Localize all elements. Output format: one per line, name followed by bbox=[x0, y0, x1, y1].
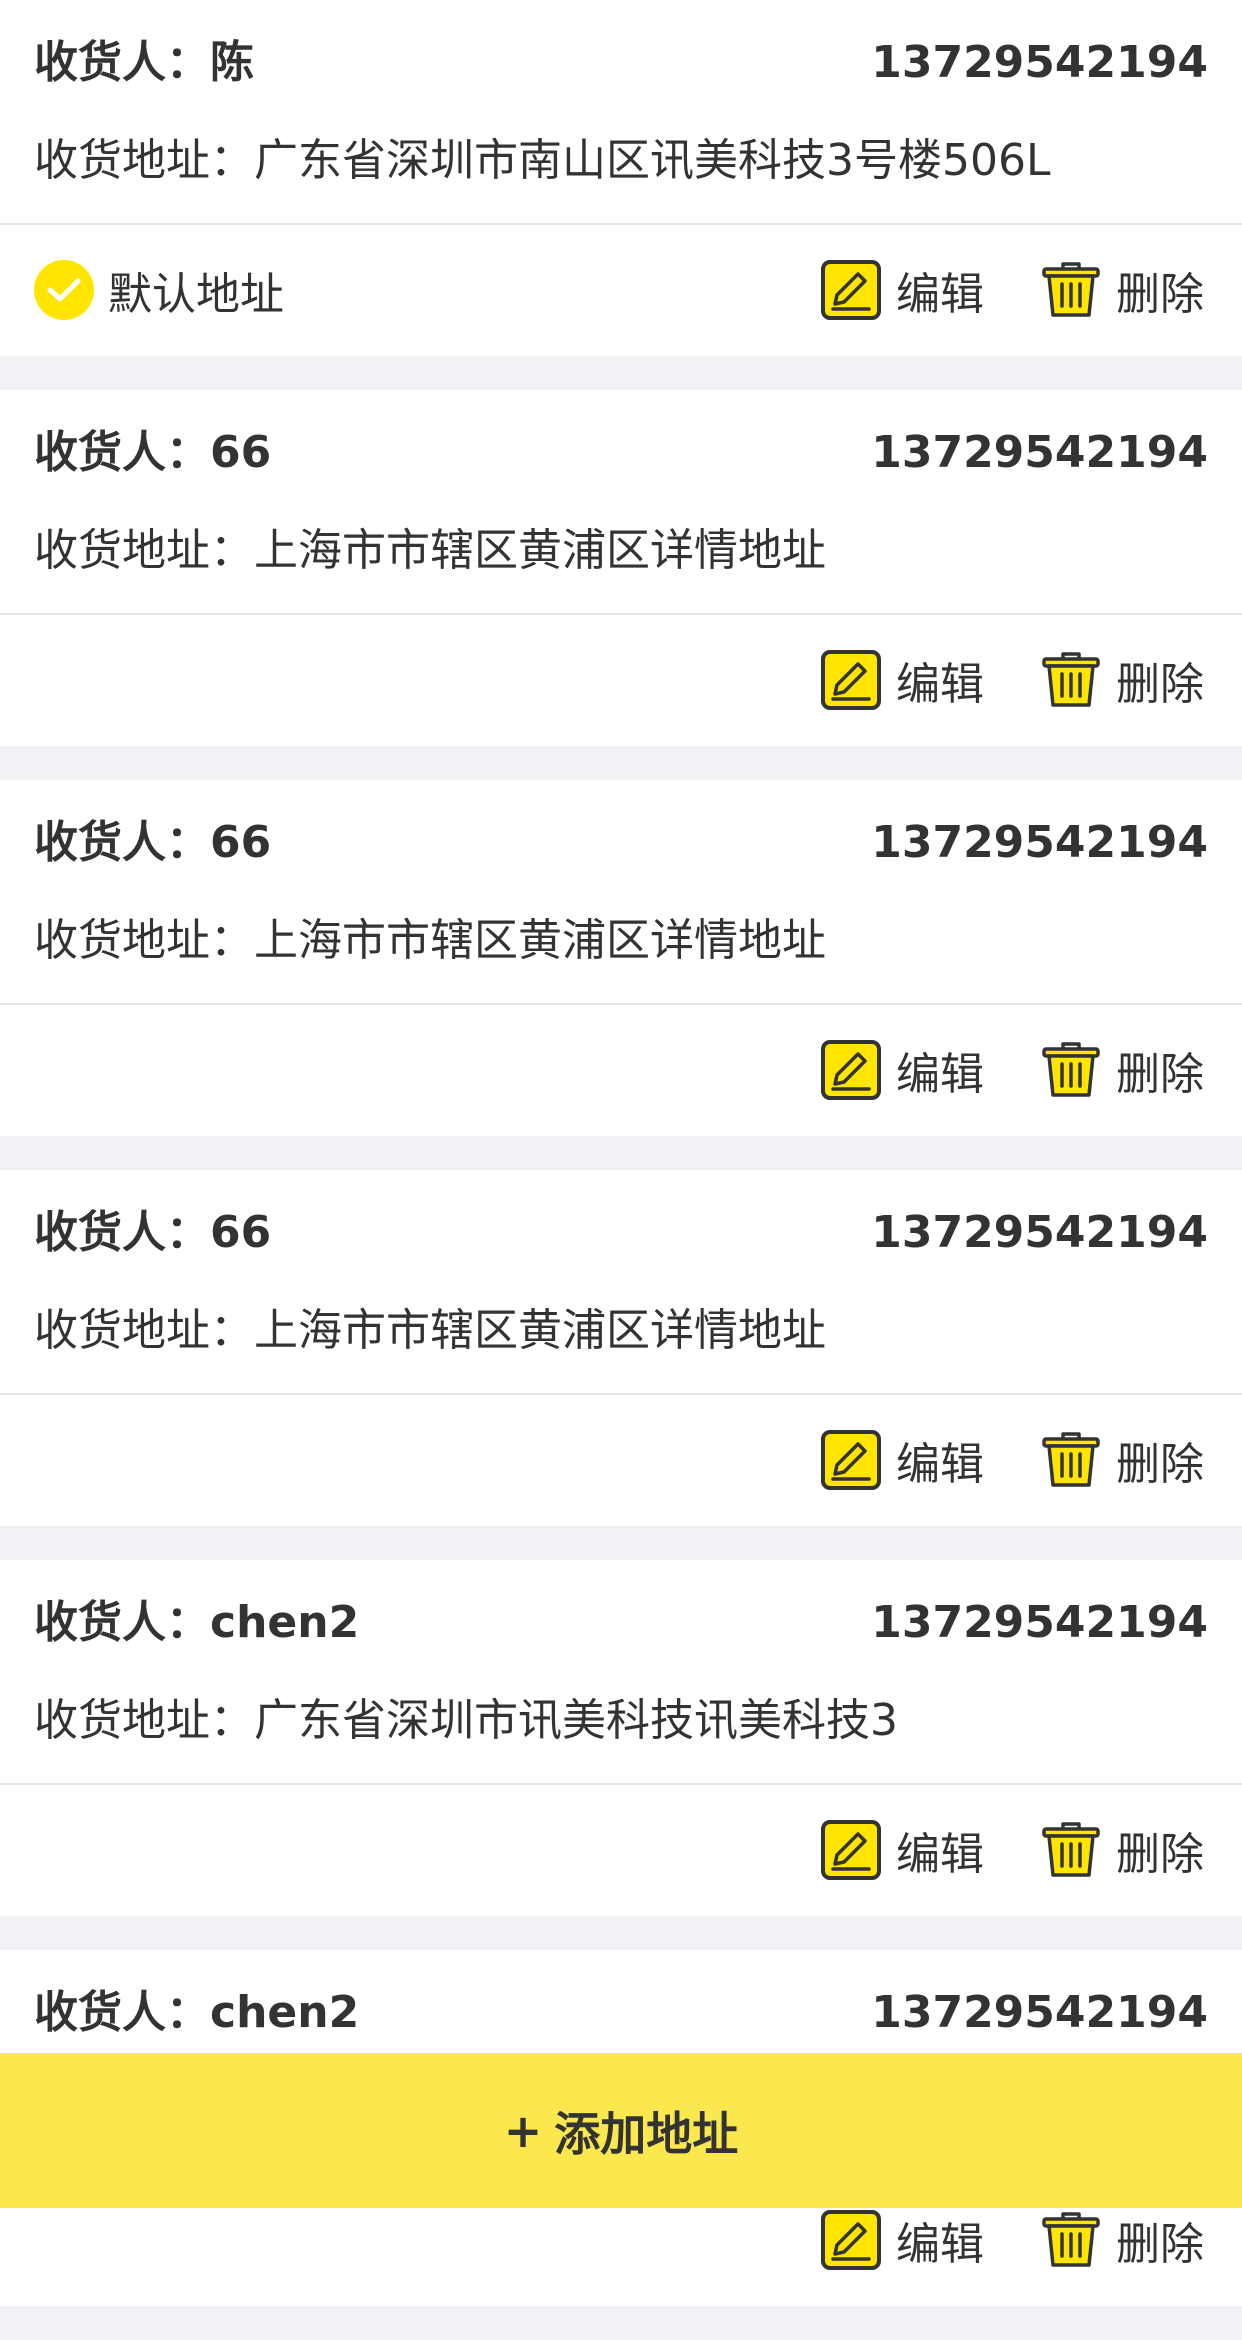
delete-button[interactable]: 删除 bbox=[1040, 1429, 1204, 1491]
address-line: 收货地址：广东省深圳市南山区讯美科技3号楼506L bbox=[34, 130, 1051, 192]
edit-icon bbox=[821, 1040, 881, 1100]
edit-icon bbox=[821, 1430, 881, 1490]
delete-label: 删除 bbox=[1116, 2219, 1204, 2270]
phone-number: 13729542194 bbox=[871, 1207, 1208, 1258]
plus-icon: + bbox=[503, 2103, 543, 2158]
add-address-button[interactable]: + 添加地址 bbox=[0, 2053, 1242, 2208]
receiver-prefix: 收货人： bbox=[34, 1207, 210, 1258]
address-text: 上海市市辖区黄浦区详情地址 bbox=[254, 915, 826, 966]
address-info[interactable]: 收货人：陈 13729542194 收货地址：广东省深圳市南山区讯美科技3号楼5… bbox=[0, 0, 1242, 225]
edit-button[interactable]: 编辑 bbox=[820, 2209, 984, 2271]
receiver-line: 收货人：66 bbox=[34, 1205, 271, 1261]
receiver-name: 66 bbox=[210, 427, 272, 478]
address-info[interactable]: 收货人：66 13729542194 收货地址：上海市市辖区黄浦区详情地址 bbox=[0, 780, 1242, 1005]
receiver-name: 66 bbox=[210, 817, 272, 868]
address-line: 收货地址：广东省深圳市讯美科技讯美科技3 bbox=[34, 1690, 898, 1752]
address-actions: 默认地址 编辑 删除 bbox=[0, 225, 1242, 356]
receiver-prefix: 收货人： bbox=[34, 1597, 210, 1648]
default-address-toggle[interactable]: 默认地址 bbox=[34, 259, 284, 321]
delete-label: 删除 bbox=[1116, 1439, 1204, 1490]
delete-label: 删除 bbox=[1116, 1049, 1204, 1100]
address-list: 收货人：陈 13729542194 收货地址：广东省深圳市南山区讯美科技3号楼5… bbox=[0, 0, 1242, 2340]
address-text: 广东省深圳市讯美科技讯美科技3 bbox=[254, 1695, 898, 1746]
phone-number: 13729542194 bbox=[871, 37, 1208, 88]
phone-number: 13729542194 bbox=[871, 1597, 1208, 1648]
receiver-name: 陈 bbox=[210, 37, 254, 88]
receiver-prefix: 收货人： bbox=[34, 37, 210, 88]
edit-button[interactable]: 编辑 bbox=[820, 1819, 984, 1881]
phone-number: 13729542194 bbox=[871, 427, 1208, 478]
address-line: 收货地址：上海市市辖区黄浦区详情地址 bbox=[34, 520, 826, 582]
receiver-name: chen2 bbox=[210, 1597, 360, 1648]
address-actions: 编辑 删除 bbox=[0, 1005, 1242, 1136]
receiver-name: 66 bbox=[210, 1207, 272, 1258]
trash-icon bbox=[1042, 652, 1100, 707]
address-prefix: 收货地址： bbox=[34, 1695, 254, 1746]
trash-icon bbox=[1042, 1432, 1100, 1487]
edit-label: 编辑 bbox=[896, 2219, 984, 2270]
address-prefix: 收货地址： bbox=[34, 1305, 254, 1356]
delete-button[interactable]: 删除 bbox=[1040, 1819, 1204, 1881]
address-info[interactable]: 收货人：66 13729542194 收货地址：上海市市辖区黄浦区详情地址 bbox=[0, 390, 1242, 615]
trash-icon bbox=[1042, 262, 1100, 317]
address-actions: 编辑 删除 bbox=[0, 1395, 1242, 1526]
delete-label: 删除 bbox=[1116, 659, 1204, 710]
receiver-line: 收货人：陈 bbox=[34, 35, 254, 91]
address-card[interactable]: 收货人：66 13729542194 收货地址：上海市市辖区黄浦区详情地址 编辑 bbox=[0, 390, 1242, 746]
address-card[interactable]: 收货人：陈 13729542194 收货地址：广东省深圳市南山区讯美科技3号楼5… bbox=[0, 0, 1242, 356]
address-actions: 编辑 删除 bbox=[0, 1785, 1242, 1916]
address-text: 上海市市辖区黄浦区详情地址 bbox=[254, 1305, 826, 1356]
address-text: 上海市市辖区黄浦区详情地址 bbox=[254, 525, 826, 576]
receiver-line: 收货人：66 bbox=[34, 815, 271, 871]
edit-icon bbox=[821, 1820, 881, 1880]
edit-label: 编辑 bbox=[896, 269, 984, 320]
receiver-line: 收货人：chen2 bbox=[34, 1985, 359, 2041]
address-prefix: 收货地址： bbox=[34, 915, 254, 966]
receiver-name: chen2 bbox=[210, 1987, 360, 2038]
trash-icon bbox=[1042, 1822, 1100, 1877]
address-text: 广东省深圳市南山区讯美科技3号楼506L bbox=[254, 135, 1051, 186]
address-info[interactable]: 收货人：66 13729542194 收货地址：上海市市辖区黄浦区详情地址 bbox=[0, 1170, 1242, 1395]
receiver-prefix: 收货人： bbox=[34, 427, 210, 478]
delete-button[interactable]: 删除 bbox=[1040, 649, 1204, 711]
delete-button[interactable]: 删除 bbox=[1040, 259, 1204, 321]
address-info[interactable]: 收货人：chen2 13729542194 收货地址：广东省深圳市讯美科技讯美科… bbox=[0, 1560, 1242, 1785]
edit-label: 编辑 bbox=[896, 659, 984, 710]
address-line: 收货地址：上海市市辖区黄浦区详情地址 bbox=[34, 1300, 826, 1362]
add-address-label: 添加地址 bbox=[554, 2106, 739, 2161]
edit-button[interactable]: 编辑 bbox=[820, 259, 984, 321]
address-actions: 编辑 删除 bbox=[0, 615, 1242, 746]
delete-label: 删除 bbox=[1116, 1829, 1204, 1880]
delete-label: 删除 bbox=[1116, 269, 1204, 320]
receiver-line: 收货人：66 bbox=[34, 425, 271, 481]
trash-icon bbox=[1042, 2212, 1100, 2267]
delete-button[interactable]: 删除 bbox=[1040, 1039, 1204, 1101]
default-address-label: 默认地址 bbox=[108, 269, 284, 320]
edit-label: 编辑 bbox=[896, 1439, 984, 1490]
edit-label: 编辑 bbox=[896, 1049, 984, 1100]
edit-button[interactable]: 编辑 bbox=[820, 649, 984, 711]
receiver-prefix: 收货人： bbox=[34, 817, 210, 868]
receiver-line: 收货人：chen2 bbox=[34, 1595, 359, 1651]
edit-icon bbox=[821, 650, 881, 710]
phone-number: 13729542194 bbox=[871, 817, 1208, 868]
address-prefix: 收货地址： bbox=[34, 135, 254, 186]
trash-icon bbox=[1042, 1042, 1100, 1097]
edit-icon bbox=[821, 260, 881, 320]
edit-label: 编辑 bbox=[896, 1829, 984, 1880]
edit-button[interactable]: 编辑 bbox=[820, 1039, 984, 1101]
address-line: 收货地址：上海市市辖区黄浦区详情地址 bbox=[34, 910, 826, 972]
delete-button[interactable]: 删除 bbox=[1040, 2209, 1204, 2271]
address-prefix: 收货地址： bbox=[34, 525, 254, 576]
address-card[interactable]: 收货人：chen2 13729542194 收货地址：广东省深圳市讯美科技讯美科… bbox=[0, 1560, 1242, 1916]
phone-number: 13729542194 bbox=[871, 1987, 1208, 2038]
receiver-prefix: 收货人： bbox=[34, 1987, 210, 2038]
address-card[interactable]: 收货人：66 13729542194 收货地址：上海市市辖区黄浦区详情地址 编辑 bbox=[0, 1170, 1242, 1526]
address-card[interactable]: 收货人：66 13729542194 收货地址：上海市市辖区黄浦区详情地址 编辑 bbox=[0, 780, 1242, 1136]
check-circle-icon bbox=[34, 260, 94, 320]
edit-button[interactable]: 编辑 bbox=[820, 1429, 984, 1491]
edit-icon bbox=[821, 2210, 881, 2270]
